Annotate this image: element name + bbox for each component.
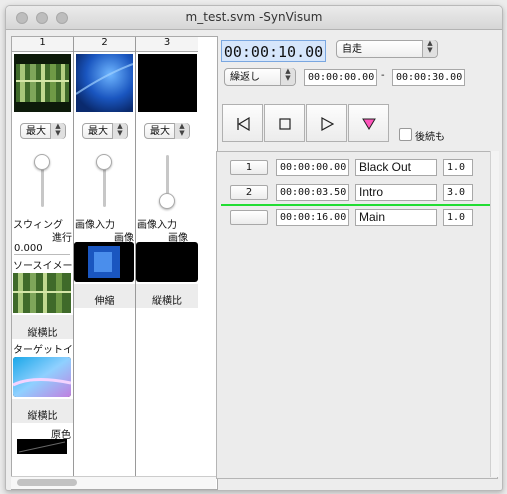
- aspect-label-2: 縦横比: [27, 411, 58, 422]
- chevron-updown-icon: ▲ ▼: [422, 40, 437, 57]
- current-time[interactable]: 00:00:10.00: [221, 40, 326, 62]
- channel-thumbnail-bamboo[interactable]: [14, 54, 71, 112]
- cue-number-button[interactable]: 2: [230, 185, 268, 200]
- stop-icon: [279, 118, 291, 130]
- play-button[interactable]: [306, 104, 347, 142]
- cue-time-field[interactable]: 00:00:16.00: [276, 209, 349, 226]
- repeat-select[interactable]: 繰返し ▲ ▼: [224, 68, 296, 86]
- cue-duration-field[interactable]: 3.0: [443, 184, 473, 201]
- range-separator: -: [381, 70, 385, 81]
- aspect-label: 縦横比: [27, 328, 58, 339]
- stop-button[interactable]: [264, 104, 305, 142]
- level-slider-knob[interactable]: [34, 154, 50, 170]
- vertical-scrollbar[interactable]: [490, 151, 499, 477]
- window-title: m_test.svm -SynVisum: [185, 10, 323, 24]
- cue-duration-field[interactable]: 1.0: [443, 159, 473, 176]
- chevron-updown-icon: ▲ ▼: [280, 68, 295, 85]
- channel-strip-2: 2 最大 ▲ ▼ 画像入力 画像 伸縮: [74, 37, 136, 477]
- mode-select[interactable]: 自走 ▲ ▼: [336, 40, 438, 58]
- chevron-updown-icon: ▲ ▼: [174, 123, 189, 139]
- target-image-thumbnail[interactable]: [13, 357, 71, 397]
- mode-label: 縦横比: [152, 296, 182, 307]
- app-window: m_test.svm -SynVisum 1 最大 ▲ ▼ スウィング 進行 0…: [5, 5, 503, 491]
- size-select-value: 最大: [26, 126, 46, 137]
- target-image-label: ターゲットイ: [13, 345, 73, 356]
- size-select-value: 最大: [150, 126, 170, 137]
- cue-number-button[interactable]: 1: [230, 160, 268, 175]
- continue-checkbox[interactable]: [399, 128, 412, 141]
- level-slider-knob[interactable]: [96, 154, 112, 170]
- channel-number: 2: [74, 37, 135, 52]
- marker-button[interactable]: [348, 104, 389, 142]
- chevron-updown-icon: ▲ ▼: [50, 123, 65, 139]
- channel-number: 3: [136, 37, 198, 52]
- continue-label: 後続も: [415, 132, 445, 143]
- input-image-thumbnail[interactable]: [136, 242, 198, 282]
- cue-number-button[interactable]: [230, 210, 268, 225]
- repeat-select-value: 繰返し: [230, 72, 260, 83]
- level-slider-knob[interactable]: [159, 193, 175, 209]
- color-swatch[interactable]: [17, 439, 67, 454]
- size-select[interactable]: 最大 ▲ ▼: [20, 123, 66, 139]
- chevron-updown-icon: ▲ ▼: [112, 123, 127, 139]
- size-select[interactable]: 最大 ▲ ▼: [144, 123, 190, 139]
- channel-thumbnail-black[interactable]: [138, 54, 197, 112]
- input-image-thumbnail[interactable]: [74, 242, 134, 282]
- horizontal-scrollbar[interactable]: [11, 476, 216, 489]
- range-start-field[interactable]: 00:00:00.00: [304, 69, 377, 86]
- title-bar: m_test.svm -SynVisum: [6, 6, 502, 30]
- scrollbar-thumb[interactable]: [17, 479, 77, 486]
- cue-name-field[interactable]: Black Out: [355, 159, 437, 176]
- cue-name-field[interactable]: Main: [355, 209, 437, 226]
- param-label: 進行: [52, 233, 72, 244]
- cue-list: 1 00:00:00.00 Black Out 1.0 2 00:00:03.5…: [216, 151, 498, 479]
- mode-label: 伸縮: [94, 296, 115, 307]
- channel-strip-1: 1 最大 ▲ ▼ スウィング 進行 0.000 ソースイメー 縦横比 ターゲット…: [12, 37, 74, 477]
- size-select[interactable]: 最大 ▲ ▼: [82, 123, 128, 139]
- channel-area: 1 最大 ▲ ▼ スウィング 進行 0.000 ソースイメー 縦横比 ターゲット…: [11, 36, 218, 490]
- param-value[interactable]: 0.000: [14, 243, 70, 255]
- source-image-thumbnail[interactable]: [13, 273, 71, 313]
- cue-name-field[interactable]: Intro: [355, 184, 437, 201]
- cue-time-field[interactable]: 00:00:03.50: [276, 184, 349, 201]
- channel-number: 1: [12, 37, 73, 52]
- size-select-value: 最大: [88, 126, 108, 137]
- rewind-button[interactable]: [222, 104, 263, 142]
- range-end-field[interactable]: 00:00:30.00: [392, 69, 465, 86]
- cue-time-field[interactable]: 00:00:00.00: [276, 159, 349, 176]
- marker-icon: [362, 118, 376, 130]
- rewind-icon: [237, 117, 250, 131]
- source-image-label: ソースイメー: [13, 261, 73, 272]
- channel-strip-3: 3 最大 ▲ ▼ 画像入力 画像 縦横比: [136, 37, 217, 477]
- cue-duration-field[interactable]: 1.0: [443, 209, 473, 226]
- play-icon: [321, 117, 334, 131]
- playhead-line: [221, 204, 490, 206]
- channel-thumbnail-blue[interactable]: [76, 54, 133, 112]
- mode-select-value: 自走: [342, 44, 362, 55]
